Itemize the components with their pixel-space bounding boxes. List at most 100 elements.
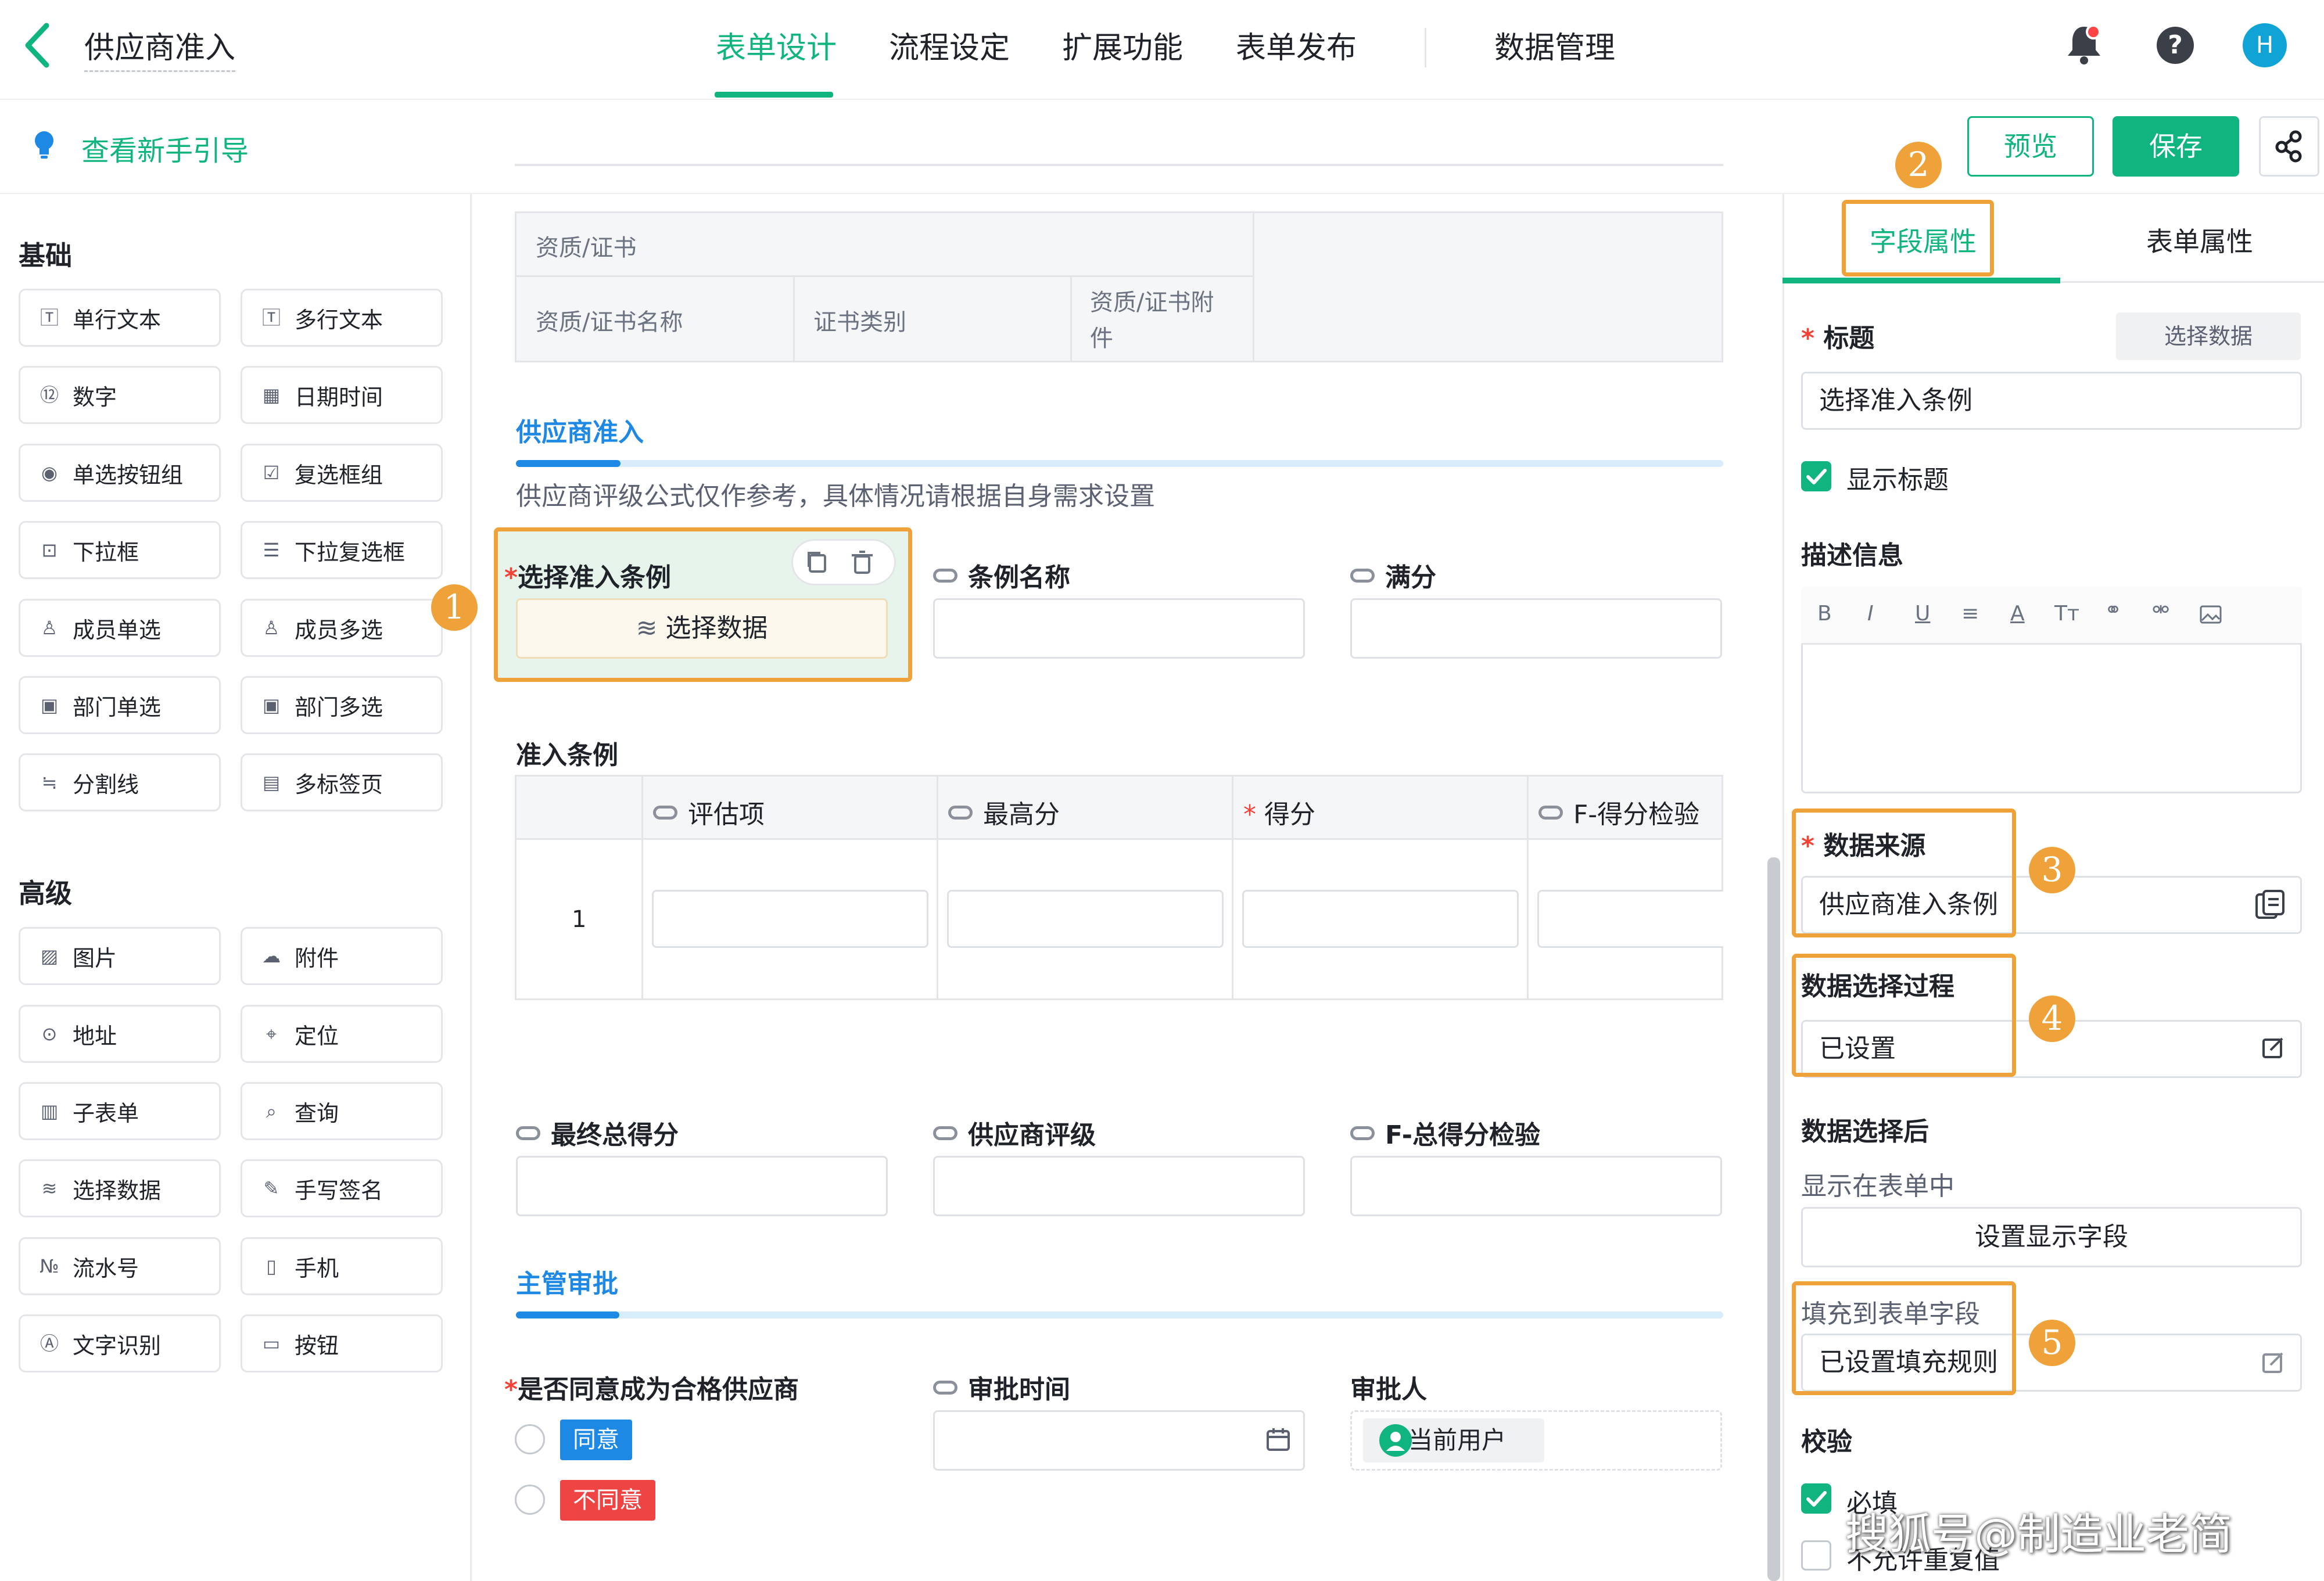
select-data-button[interactable]: ≋ 选择数据 (516, 598, 888, 659)
component-single-text[interactable]: 🅃 单行文本 (19, 289, 221, 347)
highlight-box-5 (1792, 1281, 2016, 1395)
bold-icon[interactable]: B (1817, 602, 1832, 626)
total-check-input[interactable] (1350, 1156, 1722, 1216)
table-divider (937, 775, 938, 1000)
user-avatar[interactable]: H (2243, 23, 2287, 67)
divider-icon: ≒ (41, 771, 58, 793)
title-prop-label: * 标题 (1801, 324, 1875, 353)
component-ocr[interactable]: Ⓐ 文字识别 (19, 1314, 221, 1372)
component-attachment[interactable]: ☁ 附件 (241, 927, 443, 985)
unlink-icon[interactable]: ⚮ (2152, 598, 2169, 622)
component-dropdown-multi[interactable]: ☰ 下拉复选框 (241, 521, 443, 579)
font-size-icon[interactable]: Tт (2054, 602, 2079, 626)
tab-process[interactable]: 流程设定 (889, 23, 1010, 67)
radio-agree[interactable] (515, 1424, 545, 1454)
component-address[interactable]: ⊙ 地址 (19, 1005, 221, 1063)
italic-icon[interactable]: I (1867, 602, 1874, 626)
share-icon (2275, 130, 2302, 163)
component-number[interactable]: ⑫ 数字 (19, 366, 221, 424)
rating-input[interactable] (933, 1156, 1305, 1216)
approve-field-label-text: 是否同意成为合格供应商 (518, 1375, 799, 1404)
select-data-link-button[interactable]: 选择数据 (2116, 312, 2301, 360)
link-icon (1350, 1126, 1375, 1140)
help-icon[interactable]: ? (2157, 27, 2194, 64)
component-query[interactable]: ⌕ 查询 (241, 1082, 443, 1140)
table-divider (1527, 775, 1529, 1000)
table-divider (1070, 275, 1072, 362)
back-arrow-icon[interactable] (21, 22, 56, 69)
align-icon[interactable]: ≡ (1961, 602, 1979, 626)
tab-form-properties[interactable]: 表单属性 (2146, 221, 2253, 259)
section-description: 供应商评级公式仅作参考，具体情况请根据自身需求设置 (516, 482, 1155, 511)
no-duplicate-checkbox[interactable] (1801, 1540, 1831, 1571)
image-icon[interactable] (2200, 605, 2222, 624)
link-icon[interactable]: ⚭ (2104, 598, 2122, 622)
description-label: 描述信息 (1801, 541, 1903, 570)
component-member-multi[interactable]: ♙ 成员多选 (241, 599, 443, 657)
tab-form-design[interactable]: 表单设计 (716, 23, 837, 67)
radio-icon: ◉ (41, 462, 58, 484)
sub-col-check: F-得分检验 (1538, 793, 1699, 831)
table-divider (793, 275, 795, 362)
title-input[interactable]: 选择准入条例 (1801, 372, 2302, 430)
underline-icon[interactable]: U (1915, 602, 1930, 626)
subform-icon: ▥ (40, 1100, 59, 1122)
sub-input-max[interactable] (947, 890, 1224, 948)
field-label-text: 供应商评级 (968, 1120, 1096, 1150)
component-image[interactable]: ▨ 图片 (19, 927, 221, 985)
delete-icon[interactable] (847, 547, 877, 577)
component-member-single[interactable]: ♙ 成员单选 (19, 599, 221, 657)
component-signature[interactable]: ✎ 手写签名 (241, 1159, 443, 1217)
data-source-picker-icon[interactable] (2254, 889, 2286, 921)
full-score-input[interactable] (1350, 598, 1722, 659)
component-dropdown[interactable]: ⊡ 下拉框 (19, 521, 221, 579)
serial-number-icon: № (40, 1255, 59, 1277)
sub-col-text: 评估项 (688, 800, 765, 829)
set-display-fields-button[interactable]: 设置显示字段 (1801, 1207, 2302, 1267)
approval-time-input[interactable] (933, 1410, 1305, 1471)
share-button[interactable] (2259, 116, 2319, 177)
component-subform[interactable]: ▥ 子表单 (19, 1082, 221, 1140)
component-button[interactable]: ▭ 按钮 (241, 1314, 443, 1372)
cert-col-name: 资质/证书名称 (536, 309, 683, 336)
component-radio-group[interactable]: ◉ 单选按钮组 (19, 444, 221, 502)
component-divider[interactable]: ≒ 分割线 (19, 753, 221, 811)
save-button[interactable]: 保存 (2113, 116, 2239, 177)
beginner-guide-link[interactable]: 查看新手引导 (81, 128, 249, 168)
component-serial-number[interactable]: № 流水号 (19, 1237, 221, 1295)
radio-disagree[interactable] (515, 1485, 545, 1515)
required-checkbox[interactable] (1801, 1483, 1831, 1514)
component-dept-multi[interactable]: ▣ 部门多选 (241, 676, 443, 734)
link-icon (653, 806, 677, 820)
canvas-scrollbar[interactable] (1767, 857, 1780, 1581)
notification-dot (2086, 24, 2101, 39)
copy-icon[interactable] (802, 547, 832, 577)
component-select-data[interactable]: ≋ 选择数据 (19, 1159, 221, 1217)
sub-input-item[interactable] (652, 890, 928, 948)
font-color-icon[interactable]: A (2010, 602, 2025, 626)
sub-col-text: 得分 (1264, 800, 1315, 829)
component-tabs[interactable]: ▤ 多标签页 (241, 753, 443, 811)
edit-icon[interactable] (2261, 1350, 2286, 1374)
field-label-text: 审批时间 (968, 1375, 1070, 1404)
component-location[interactable]: ⌖ 定位 (241, 1005, 443, 1063)
clause-name-input[interactable] (933, 598, 1305, 659)
tab-data-management[interactable]: 数据管理 (1494, 23, 1615, 67)
tab-publish[interactable]: 表单发布 (1236, 23, 1357, 67)
component-phone[interactable]: ▯ 手机 (241, 1237, 443, 1295)
component-checkbox-group[interactable]: ☑ 复选框组 (241, 444, 443, 502)
calendar-icon[interactable] (1265, 1427, 1291, 1452)
tab-extensions[interactable]: 扩展功能 (1062, 23, 1183, 67)
component-multi-text[interactable]: 🅃 多行文本 (241, 289, 443, 347)
component-dept-single[interactable]: ▣ 部门单选 (19, 676, 221, 734)
sub-input-check[interactable] (1537, 890, 1723, 948)
department-icon: ▣ (40, 694, 59, 716)
component-label: 复选框组 (295, 462, 383, 488)
preview-button[interactable]: 预览 (1967, 116, 2094, 177)
total-score-input[interactable] (516, 1156, 888, 1216)
edit-icon[interactable] (2261, 1035, 2286, 1059)
app-title[interactable]: 供应商准入 (84, 23, 236, 72)
show-title-checkbox[interactable] (1801, 461, 1831, 491)
component-datetime[interactable]: ▦ 日期时间 (241, 366, 443, 424)
sub-input-score[interactable] (1242, 890, 1519, 948)
